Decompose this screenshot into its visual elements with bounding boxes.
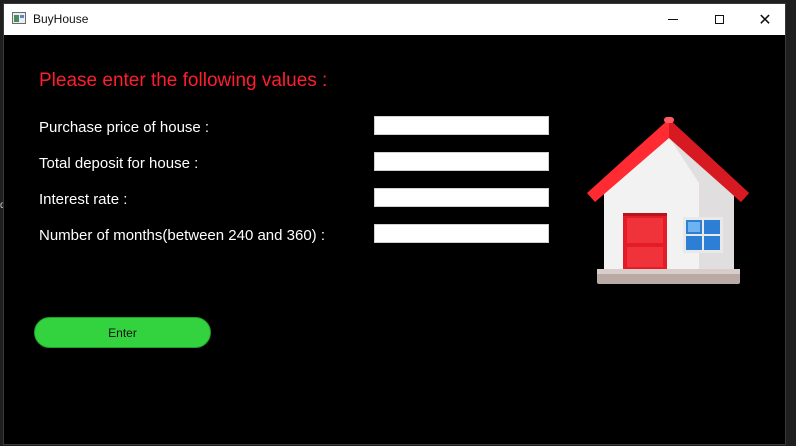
app-window: BuyHouse ✕ Please enter the following va… <box>3 3 786 445</box>
close-icon: ✕ <box>758 11 772 29</box>
purchase-price-input[interactable] <box>374 116 549 135</box>
deposit-input[interactable] <box>374 152 549 171</box>
form-heading: Please enter the following values : <box>39 70 328 91</box>
deposit-label: Total deposit for house : <box>39 155 199 172</box>
house-icon <box>587 117 749 284</box>
minimize-button[interactable] <box>650 4 696 35</box>
minimize-icon <box>668 19 678 20</box>
form-area: Please enter the following values : Purc… <box>4 35 785 446</box>
app-icon <box>12 12 26 24</box>
interest-rate-input[interactable] <box>374 188 549 207</box>
window-title: BuyHouse <box>33 12 89 26</box>
enter-button[interactable]: Enter <box>34 317 211 348</box>
maximize-icon <box>714 15 724 24</box>
title-bar[interactable]: BuyHouse ✕ <box>4 4 785 35</box>
close-button[interactable]: ✕ <box>742 4 788 35</box>
months-input[interactable] <box>374 224 549 243</box>
purchase-price-label: Purchase price of house : <box>39 119 210 136</box>
maximize-button[interactable] <box>696 4 742 35</box>
months-label: Number of months(between 240 and 360) : <box>39 227 326 244</box>
interest-rate-label: Interest rate : <box>39 191 128 208</box>
